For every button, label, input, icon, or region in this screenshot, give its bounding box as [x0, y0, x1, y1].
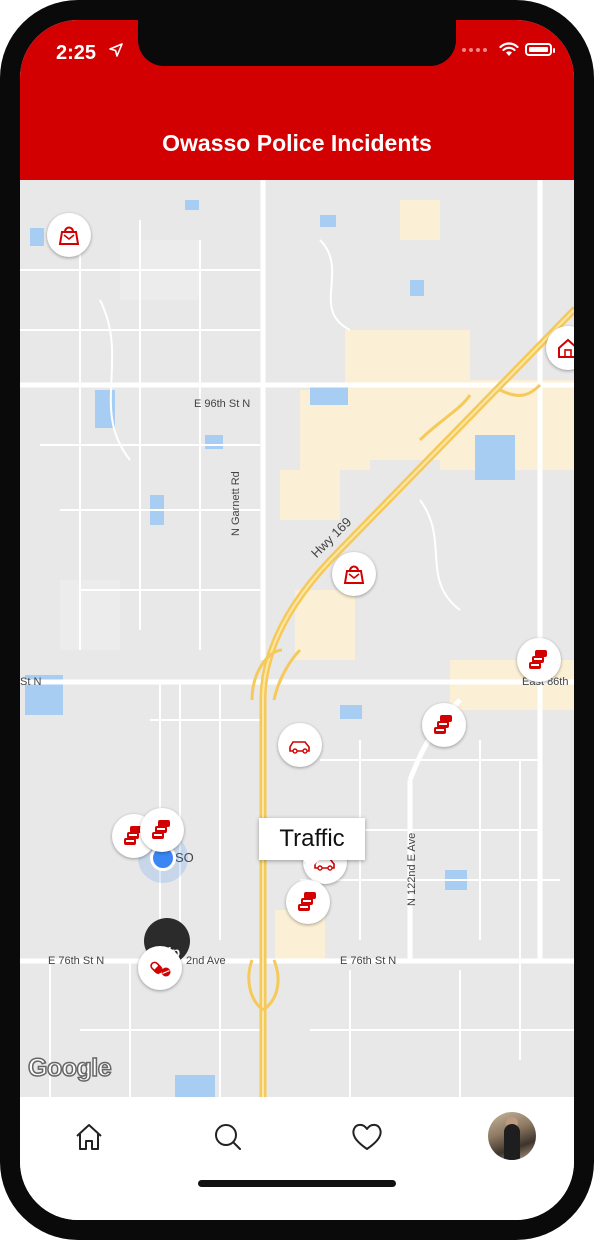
- incident-marker-traffic[interactable]: [422, 703, 466, 747]
- incident-marker-drugs[interactable]: [138, 946, 182, 990]
- pills-icon: [150, 961, 171, 977]
- phone-frame: 2:25 Owasso Police Incidents E 96th St N…: [0, 0, 594, 1240]
- tab-search[interactable]: [206, 1115, 250, 1159]
- signal-icon: [462, 47, 487, 52]
- battery-icon: [525, 43, 555, 56]
- incident-marker-purse[interactable]: [332, 552, 376, 596]
- wifi-icon: [499, 42, 519, 56]
- avatar-figure: [504, 1124, 520, 1160]
- purse-icon: [343, 565, 365, 584]
- traffic-cars-icon: [434, 715, 452, 734]
- car-icon: [289, 741, 310, 754]
- traffic-cars-icon: [298, 892, 316, 911]
- traffic-cars-icon: [529, 650, 547, 669]
- traffic-cars-icon: [152, 820, 170, 839]
- notch: [138, 20, 456, 66]
- road-label-garnett: N Garnett Rd: [230, 471, 242, 536]
- tab-home[interactable]: [67, 1115, 111, 1159]
- road-label-st-n: St N: [20, 676, 42, 688]
- road-label-e76th-right: E 76th St N: [340, 955, 397, 967]
- tab-favorites[interactable]: [345, 1115, 389, 1159]
- location-arrow-icon: [109, 43, 123, 57]
- place-label-owasso: SO: [175, 850, 194, 865]
- tab-profile-avatar[interactable]: [488, 1112, 536, 1160]
- page-title: Owasso Police Incidents: [162, 130, 432, 156]
- tab-bar: [20, 1097, 574, 1220]
- marker-tooltip[interactable]: Traffic: [259, 818, 365, 868]
- status-time: 2:25: [56, 42, 97, 64]
- road-label-e76th-left: E 76th St N: [48, 955, 105, 967]
- incident-marker-purse[interactable]: [47, 213, 91, 257]
- home-indicator: [198, 1180, 396, 1187]
- search-icon: [215, 1124, 241, 1150]
- road-label-n122nd: N 122nd E Ave: [406, 832, 418, 906]
- status-indicators: [462, 42, 555, 57]
- map-view[interactable]: E 96th St N N Garnett Rd Hwy 169 St N Ea…: [20, 180, 574, 1097]
- app-header: 2:25 Owasso Police Incidents: [20, 20, 574, 180]
- house-icon: [558, 338, 574, 358]
- google-attribution: Google: [27, 1053, 112, 1083]
- home-icon: [76, 1124, 102, 1150]
- screen: 2:25 Owasso Police Incidents E 96th St N…: [20, 20, 574, 1220]
- purse-icon: [58, 226, 80, 245]
- road-label-2nd-ave: 2nd Ave: [186, 955, 226, 967]
- incident-marker-traffic[interactable]: [286, 880, 330, 924]
- road-label-e96th: E 96th St N: [194, 398, 251, 410]
- heart-icon: [352, 1123, 382, 1150]
- incident-marker-traffic[interactable]: [140, 808, 184, 852]
- incident-marker-vehicle[interactable]: [278, 723, 322, 767]
- incident-marker-traffic[interactable]: [517, 638, 561, 682]
